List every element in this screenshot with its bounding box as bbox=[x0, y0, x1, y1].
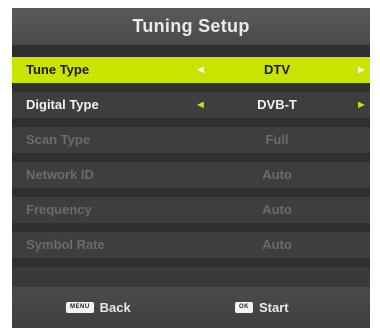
row-network-id: Network ID Auto bbox=[12, 162, 370, 188]
row-label: Network ID bbox=[26, 167, 94, 182]
row-value: DVB-T bbox=[257, 97, 297, 112]
row-value: Auto bbox=[262, 237, 292, 252]
ok-key-icon: OK bbox=[235, 302, 253, 313]
row-value: Auto bbox=[262, 202, 292, 217]
start-hint[interactable]: OK Start bbox=[235, 287, 289, 328]
arrow-right-icon[interactable]: ► bbox=[356, 57, 367, 83]
arrow-left-icon[interactable]: ◄ bbox=[195, 92, 206, 118]
row-digital-type[interactable]: Digital Type ◄ DVB-T ► bbox=[12, 92, 370, 118]
row-label: Tune Type bbox=[26, 62, 90, 77]
back-label: Back bbox=[99, 300, 131, 315]
arrow-left-icon[interactable]: ◄ bbox=[195, 57, 206, 83]
row-scan-type: Scan Type Full bbox=[12, 127, 370, 153]
arrow-right-icon[interactable]: ► bbox=[356, 92, 367, 118]
menu-footer: MENU Back OK Start bbox=[12, 287, 370, 328]
menu-title: Tuning Setup bbox=[12, 8, 370, 45]
row-value: Auto bbox=[262, 167, 292, 182]
back-hint[interactable]: MENU Back bbox=[66, 287, 131, 328]
start-label: Start bbox=[259, 300, 289, 315]
row-value: Full bbox=[265, 132, 289, 147]
row-label: Digital Type bbox=[26, 97, 99, 112]
row-value: DTV bbox=[264, 62, 290, 77]
menu-key-icon: MENU bbox=[66, 302, 94, 313]
row-symbol-rate: Symbol Rate Auto bbox=[12, 232, 370, 258]
row-label: Frequency bbox=[26, 202, 92, 217]
row-frequency: Frequency Auto bbox=[12, 197, 370, 223]
row-label: Scan Type bbox=[26, 132, 91, 147]
row-tune-type[interactable]: Tune Type ◄ DTV ► bbox=[12, 57, 370, 83]
tuning-setup-menu: Tuning Setup Tune Type ◄ DTV ► Digital T… bbox=[12, 8, 370, 328]
menu-rows: Tune Type ◄ DTV ► Digital Type ◄ DVB-T ►… bbox=[12, 57, 370, 302]
row-label: Symbol Rate bbox=[26, 237, 105, 252]
